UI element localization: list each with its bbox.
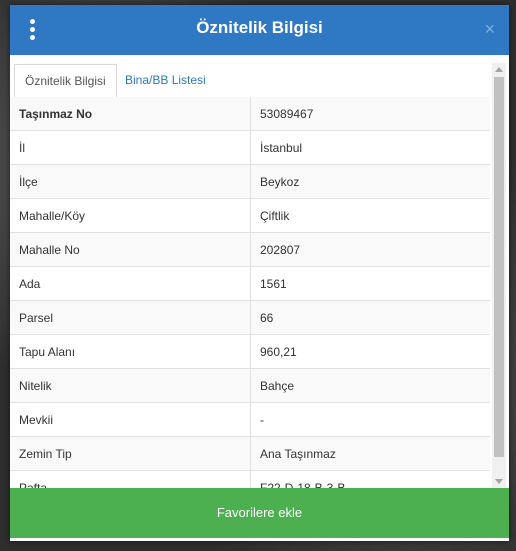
attribute-dialog: Öznitelik Bilgisi × Öznitelik Bilgisi Bi… bbox=[10, 5, 509, 541]
row-value: 66 bbox=[250, 300, 490, 335]
row-key: Ada bbox=[10, 266, 251, 301]
tab-attribute-info[interactable]: Öznitelik Bilgisi bbox=[14, 64, 117, 98]
add-favorite-button[interactable]: Favorilere ekle bbox=[10, 488, 509, 538]
table-row: Mahalle/Köy Çiftlik bbox=[10, 198, 490, 233]
row-value: Ana Taşınmaz bbox=[250, 436, 490, 471]
row-value: İstanbul bbox=[250, 130, 490, 165]
table-row: Ada 1561 bbox=[10, 266, 490, 301]
row-key: İl bbox=[10, 130, 251, 165]
row-value: 1561 bbox=[250, 266, 490, 301]
row-value: 202807 bbox=[250, 232, 490, 267]
attribute-table: Taşınmaz No 53089467 İl İstanbul İlçe Be… bbox=[10, 97, 490, 488]
row-value: Bahçe bbox=[250, 368, 490, 403]
tab-building-list[interactable]: Bina/BB Listesi bbox=[115, 64, 216, 96]
row-key: Mevkii bbox=[10, 402, 251, 437]
tab-bar: Öznitelik Bilgisi Bina/BB Listesi bbox=[10, 55, 490, 98]
row-key: Pafta bbox=[10, 470, 251, 488]
scroll-down-arrow-icon[interactable] bbox=[495, 479, 503, 484]
row-value: Beykoz bbox=[250, 164, 490, 199]
table-row: İl İstanbul bbox=[10, 130, 490, 165]
dialog-header: Öznitelik Bilgisi × bbox=[10, 5, 509, 55]
row-key: Zemin Tip bbox=[10, 436, 251, 471]
close-icon[interactable]: × bbox=[484, 19, 495, 39]
row-value: - bbox=[250, 402, 490, 437]
row-value: Çiftlik bbox=[250, 198, 490, 233]
row-key: Parsel bbox=[10, 300, 251, 335]
scrollbar-thumb[interactable] bbox=[494, 77, 504, 457]
row-key: İlçe bbox=[10, 164, 251, 199]
table-row: Tapu Alanı 960,21 bbox=[10, 334, 490, 369]
table-row: Taşınmaz No 53089467 bbox=[10, 97, 490, 131]
table-row: Mevkii - bbox=[10, 402, 490, 437]
attribute-table-container: Taşınmaz No 53089467 İl İstanbul İlçe Be… bbox=[10, 97, 490, 488]
table-row: İlçe Beykoz bbox=[10, 164, 490, 199]
row-key: Tapu Alanı bbox=[10, 334, 251, 369]
row-key: Mahalle/Köy bbox=[10, 198, 251, 233]
row-value: 960,21 bbox=[250, 334, 490, 369]
table-row: Pafta F22-D-18-B-3-B bbox=[10, 470, 490, 488]
dialog-title: Öznitelik Bilgisi bbox=[196, 18, 323, 37]
scrollbar[interactable] bbox=[492, 63, 506, 488]
table-row: Nitelik Bahçe bbox=[10, 368, 490, 403]
row-value: 53089467 bbox=[250, 97, 490, 131]
table-row: Mahalle No 202807 bbox=[10, 232, 490, 267]
table-row: Parsel 66 bbox=[10, 300, 490, 335]
row-value: F22-D-18-B-3-B bbox=[250, 470, 490, 488]
row-key: Nitelik bbox=[10, 368, 251, 403]
row-key: Mahalle No bbox=[10, 232, 251, 267]
table-row: Zemin Tip Ana Taşınmaz bbox=[10, 436, 490, 471]
scroll-up-arrow-icon[interactable] bbox=[495, 67, 503, 72]
row-key: Taşınmaz No bbox=[10, 97, 251, 131]
